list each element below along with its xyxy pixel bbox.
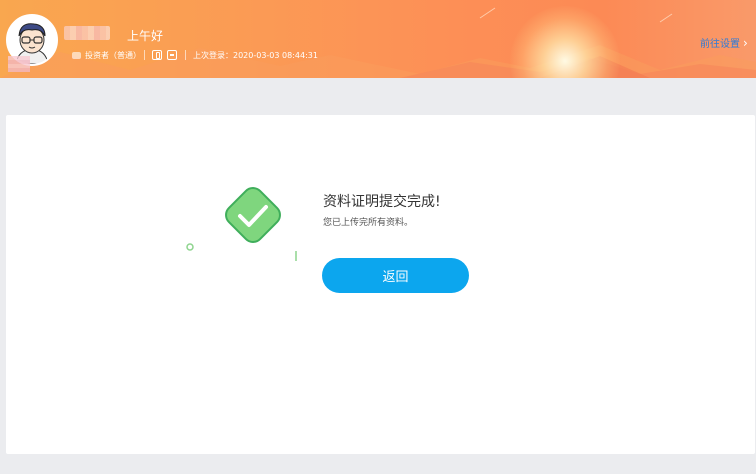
header-mountains-decoration [0,7,756,78]
blurred-username [64,26,110,40]
user-icon [72,52,81,59]
goto-settings-link[interactable]: 前往设置 › [700,35,748,51]
role-text: 投资者（普通） [85,51,141,60]
last-login-text: 上次登录：2020-03-03 08:44:31 [193,51,318,60]
goto-settings-label: 前往设置 [700,39,740,50]
phone-icon[interactable] [152,50,162,60]
success-illustration [186,187,297,261]
success-title: 资料证明提交完成! [323,194,441,210]
profile-header: 上午好 投资者（普通） 上次登录：2020-03-03 08:44:31 前往设… [0,0,756,78]
mail-icon[interactable] [167,50,177,60]
blurred-info [8,56,30,72]
result-card: 资料证明提交完成! 您已上传完所有资料。 返回 [6,115,755,454]
greeting-text: 上午好 [127,29,164,43]
check-diamond-icon [225,187,281,243]
divider [185,50,186,60]
divider [144,50,145,60]
chevron-right-icon: › [743,35,748,50]
return-button[interactable]: 返回 [322,258,469,293]
success-subtitle: 您已上传完所有资料。 [323,218,414,228]
role-label: 投资者（普通） [72,50,141,61]
